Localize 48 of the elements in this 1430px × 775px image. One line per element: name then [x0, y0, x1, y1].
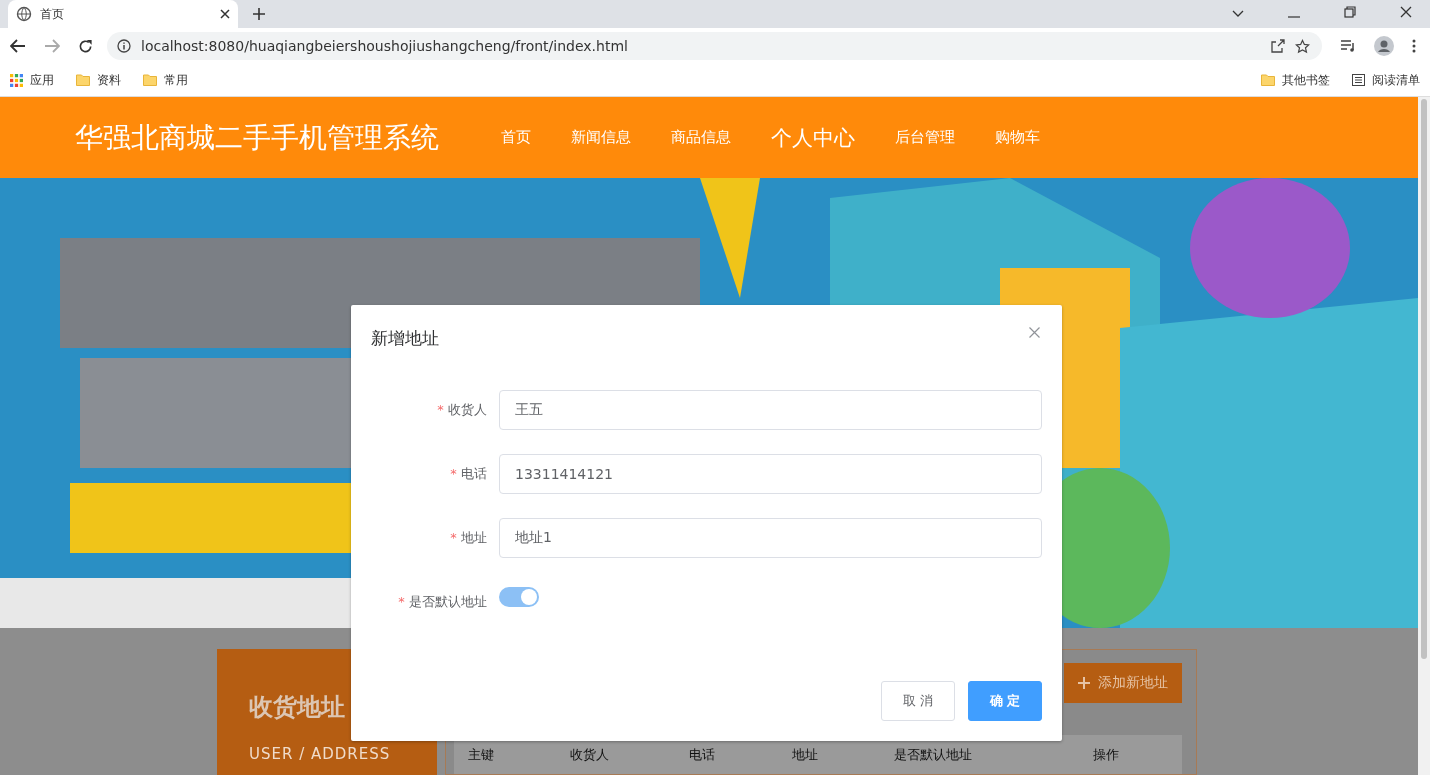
cancel-button[interactable]: 取 消: [881, 681, 955, 721]
folder-icon: [1261, 74, 1275, 86]
caret-icon[interactable]: [1232, 10, 1244, 18]
scrollbar[interactable]: [1418, 97, 1430, 775]
column-header: 操作: [1092, 745, 1120, 764]
field-label: * 地址: [449, 529, 488, 547]
field-label: * 是否默认地址: [397, 593, 488, 611]
input-field[interactable]: 13311414121: [499, 454, 1042, 494]
field-label: * 收货人: [436, 401, 488, 419]
address-field[interactable]: localhost:8080/huaqiangbeiershoushojiushangcheng/front/index.html: [107, 32, 1322, 60]
back-icon[interactable]: [10, 39, 26, 53]
column-header: 收货人: [570, 745, 611, 764]
playlist-icon[interactable]: [1340, 39, 1356, 53]
column-header: 地址: [791, 745, 819, 764]
avatar-icon[interactable]: [1374, 36, 1394, 56]
column-header: 是否默认地址: [894, 745, 973, 764]
close-icon[interactable]: [220, 9, 230, 19]
bookmark[interactable]: 应用: [10, 71, 54, 89]
input-field[interactable]: 地址1: [499, 518, 1042, 558]
plus-icon: [1078, 677, 1090, 689]
toggle-switch[interactable]: [499, 587, 539, 607]
bookmark[interactable]: 其他书签: [1261, 71, 1330, 89]
globe-icon: [16, 6, 32, 22]
tab-title: 首页: [40, 5, 65, 23]
reload-icon[interactable]: [78, 38, 93, 54]
folder-icon: [76, 74, 90, 86]
bookmark[interactable]: 阅读清单: [1352, 71, 1420, 89]
dialog-title: 新增地址: [371, 327, 439, 350]
bookmark[interactable]: 常用: [143, 71, 188, 89]
column-header: 主键: [467, 745, 495, 764]
apps-icon: [10, 73, 23, 87]
sidebar-subtitle: USER / ADDRESS: [249, 745, 392, 763]
bookmark[interactable]: 资料: [76, 71, 121, 89]
more-icon[interactable]: [1412, 39, 1416, 53]
site-title: 华强北商城二手手机管理系统: [75, 119, 439, 156]
field-label: * 电话: [449, 465, 488, 483]
folder-icon: [143, 74, 157, 86]
close-icon[interactable]: [1400, 6, 1412, 18]
list-icon: [1352, 74, 1365, 86]
sidebar-title: 收货地址: [249, 692, 346, 723]
column-header: 电话: [689, 745, 717, 764]
browser-tab[interactable]: 首页: [8, 0, 238, 28]
input-field[interactable]: 王五: [499, 390, 1042, 430]
plus-icon[interactable]: [252, 7, 266, 21]
share-icon[interactable]: [1271, 39, 1285, 53]
info-icon: [117, 39, 131, 53]
restore-icon[interactable]: [1344, 6, 1356, 18]
star-icon[interactable]: [1295, 38, 1310, 54]
